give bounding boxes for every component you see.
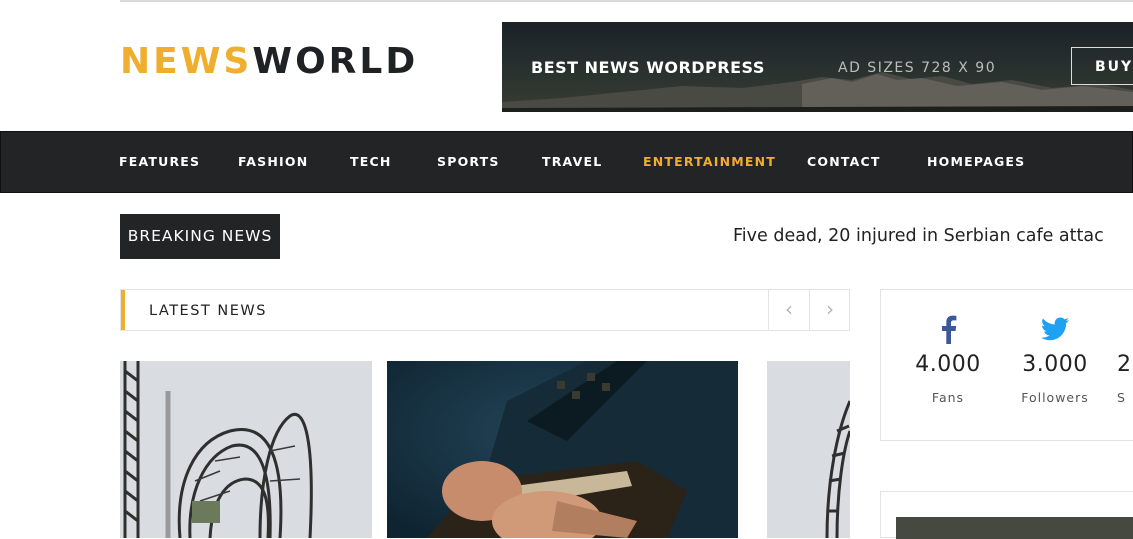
nav-item-travel[interactable]: TRAVEL xyxy=(542,132,602,192)
nav-item-features[interactable]: FEATURES xyxy=(119,132,200,192)
nav-item-entertainment[interactable]: ENTERTAINMENT xyxy=(643,132,776,192)
twitter-followers-label: Followers xyxy=(1021,390,1089,405)
nav-item-homepages[interactable]: HOMEPAGES xyxy=(927,132,1025,192)
news-thumbnail-partial[interactable] xyxy=(767,361,850,538)
social-twitter[interactable]: 3.000 Followers xyxy=(1010,312,1100,405)
news-thumbnail-guitarist[interactable] xyxy=(387,361,738,538)
ad-buy-button[interactable]: BUY xyxy=(1071,47,1133,85)
facebook-fans-label: Fans xyxy=(931,390,965,405)
chevron-left-icon: ‹ xyxy=(785,297,793,321)
social-counter-widget: 4.000 Fans 3.000 Followers 2 S xyxy=(880,289,1133,441)
sidebar-widget-image[interactable] xyxy=(896,517,1133,539)
latest-news-header: LATEST NEWS ‹ › xyxy=(120,289,850,331)
guitarist-image xyxy=(387,361,738,538)
twitter-icon xyxy=(1010,312,1100,346)
social-facebook[interactable]: 4.000 Fans xyxy=(903,312,993,405)
sidebar-widget xyxy=(880,491,1133,539)
ad-title: BEST NEWS WORDPRESS xyxy=(531,58,765,77)
facebook-icon xyxy=(903,312,993,346)
prev-arrow-button[interactable]: ‹ xyxy=(768,290,809,330)
social-icon xyxy=(1117,312,1133,346)
site-logo[interactable]: NEWSWORLD xyxy=(120,42,418,82)
ad-sizes-text: AD SIZES 728 X 90 xyxy=(838,60,997,76)
nav-item-contact[interactable]: CONTACT xyxy=(807,132,881,192)
next-arrow-button[interactable]: › xyxy=(809,290,850,330)
chevron-right-icon: › xyxy=(826,297,834,321)
social-third[interactable]: 2 S xyxy=(1117,312,1133,405)
logo-part-news: NEWS xyxy=(120,41,253,82)
ad-banner[interactable]: BEST NEWS WORDPRESS AD SIZES 728 X 90 BU… xyxy=(502,22,1133,112)
third-social-count: 2 xyxy=(1117,352,1132,377)
latest-news-accent-bar xyxy=(121,290,125,330)
facebook-fans-count: 4.000 xyxy=(915,352,981,377)
nav-item-fashion[interactable]: FASHION xyxy=(238,132,308,192)
rollercoaster-image xyxy=(120,361,372,538)
top-divider xyxy=(120,0,1133,2)
news-thumbnail-rollercoaster[interactable] xyxy=(120,361,372,538)
latest-news-title: LATEST NEWS xyxy=(149,303,267,319)
twitter-followers-count: 3.000 xyxy=(1022,352,1088,377)
third-social-label: S xyxy=(1117,390,1126,405)
rollercoaster-image-2 xyxy=(767,361,850,538)
main-nav: FEATURES FASHION TECH SPORTS TRAVEL ENTE… xyxy=(0,131,1133,193)
breaking-news-label: BREAKING NEWS xyxy=(120,214,280,259)
logo-part-world: WORLD xyxy=(252,41,419,82)
nav-item-sports[interactable]: SPORTS xyxy=(437,132,500,192)
nav-item-tech[interactable]: TECH xyxy=(350,132,392,192)
breaking-news-headline[interactable]: Five dead, 20 injured in Serbian cafe at… xyxy=(733,224,1133,248)
